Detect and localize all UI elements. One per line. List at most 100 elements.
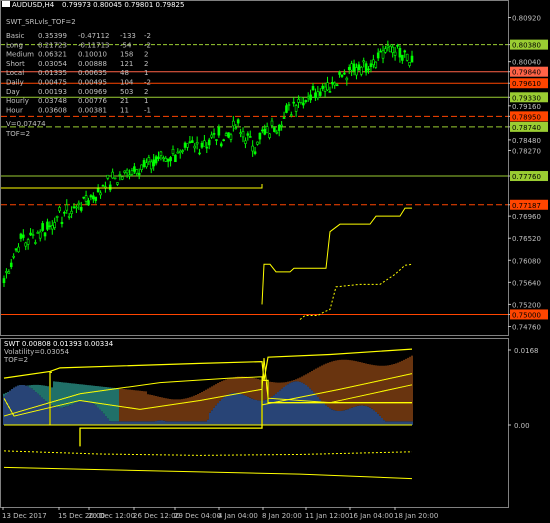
price-tag-label: 0.78740 [512,124,541,132]
price-tick-label: 0.76960 [512,213,541,221]
candle-body [367,68,370,71]
price-tag-label: 0.75000 [512,311,541,319]
level-row-b: 0.00495 [78,79,107,87]
candle-body [316,91,320,99]
candle-body [108,184,112,191]
level-row-c: -133 [120,32,136,40]
candle-body [188,141,192,144]
candle-body [401,54,404,61]
level-row-c: 11 [120,106,129,114]
candle-body [352,63,356,72]
candle-body [17,246,20,253]
candle-body [239,132,242,134]
candle-body [106,174,110,179]
candle-body [314,92,317,99]
candle-body [299,97,303,103]
candle-body [294,105,298,112]
candle-body [357,64,361,71]
candle-body [270,120,274,126]
candle-body [181,150,184,152]
candle-body [410,55,414,63]
tof-label: TOF=2 [5,130,30,138]
chart-canvas: 0.80920 0.80380 0.80040 0.79840 0.79610 0.793… [0,0,548,520]
candle-body [29,232,32,236]
sub-axis-tick: 0.0168 [514,347,539,355]
candle-body [137,172,141,176]
price-tick-label: 0.78270 [512,147,541,155]
candle-body [147,157,151,163]
level-row-a: 0.03054 [38,60,67,68]
candle-body [217,126,221,136]
price-tag-label: 0.79840 [512,69,541,77]
level-row-c: 48 [120,69,129,77]
time-label: 8 Jan 20:00 [262,512,302,520]
sub-axis-tick: 0.00 [514,422,530,430]
time-label: 20 Dec 12:00 [88,512,135,520]
candle-body [169,157,172,162]
level-row-c: 503 [120,88,133,96]
candle-body [340,75,344,77]
sub-header: SWT 0.00808 0.01393 0.00334 [4,340,114,348]
time-label: 16 Jan 04:00 [349,512,393,520]
level-row-a: 0.00193 [38,88,67,96]
candle-body [34,242,37,244]
candle-body [48,225,52,228]
candle-body [384,48,387,53]
candle-body [75,206,78,209]
candle-body [79,206,83,211]
candle-body [12,255,15,258]
candle-body [128,174,131,177]
candle-body [258,132,262,140]
candle-body [125,169,129,174]
candle-body [379,50,382,53]
level-row-c: 21 [120,97,129,105]
candle-body [46,221,49,230]
price-tick-label: 0.78480 [512,137,541,145]
candle-body [398,48,402,58]
level-row-d: 2 [144,88,148,96]
candle-body [292,101,296,104]
candle-body [176,151,180,154]
level-row-name: Local [6,69,24,77]
candle-body [219,143,223,147]
level-row-b: 0.10010 [78,51,107,59]
candle-body [355,67,358,76]
level-row-a: 0.00475 [38,79,67,87]
candle-body [248,136,252,138]
candle-body [43,232,47,237]
candle-body [362,60,366,63]
level-row-b: 0.00381 [78,106,107,114]
candle-body [244,140,247,144]
candle-body [309,94,312,101]
candle-body [145,162,148,168]
lower-envelope-dotted [3,450,413,456]
candle-body [195,141,199,145]
candle-body [152,159,155,167]
candle-body [302,102,305,106]
candle-body [241,131,245,138]
candle-body [333,82,337,86]
candle-body [350,63,353,71]
candle-body [234,127,238,130]
level-row-name: Hour [6,106,23,114]
candle-body [369,63,373,67]
level-row-name: Hourly [6,97,29,105]
lower-envelope [3,466,413,480]
candle-body [166,158,170,162]
candle-body [297,99,300,103]
candle-body [193,145,197,149]
level-row-name: Basic [6,32,25,40]
step-line [1,184,263,189]
candle-body [63,212,66,214]
upper-channel-line [261,207,412,305]
time-label: 29 Dec 04:00 [174,512,221,520]
candle-body [198,152,201,155]
candle-body [174,154,177,163]
candle-body [388,46,392,53]
candle-body [67,215,71,218]
candle-body [36,232,40,234]
candle-body [9,262,13,268]
candle-body [304,100,308,102]
swt-histogram [3,355,413,425]
candle-body [7,271,11,274]
